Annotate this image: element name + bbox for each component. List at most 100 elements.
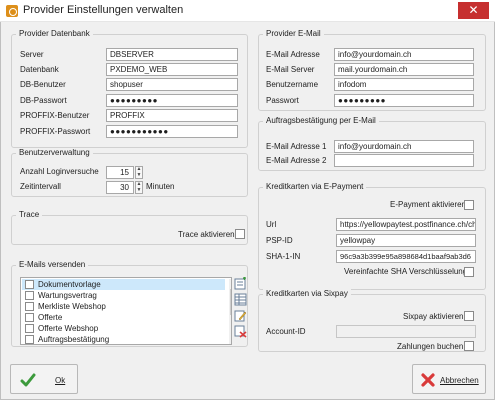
cancel-x-icon <box>421 373 435 387</box>
user-management-title: Benutzerverwaltung <box>16 148 93 157</box>
epayment-enable-label: E-Payment aktivieren <box>390 200 467 209</box>
list-item-checkbox[interactable] <box>25 302 34 311</box>
trace-label: Trace aktivieren <box>178 230 235 239</box>
window-title: Provider Einstellungen verwalten <box>23 4 184 16</box>
list-item-checkbox[interactable] <box>25 324 34 333</box>
email-server-label: E-Mail Server <box>266 65 315 74</box>
scroll-up-icon[interactable]: ▲ <box>229 279 231 287</box>
interval-input[interactable]: 30 <box>106 181 134 194</box>
email-address-1-input[interactable]: info@yourdomain.ch <box>334 140 474 153</box>
emails-title: E-Mails versenden <box>16 260 89 269</box>
list-item-checkbox[interactable] <box>25 280 34 289</box>
list-item-label: Offerte Webshop <box>38 324 99 333</box>
db-password-label: DB-Passwort <box>20 96 67 105</box>
list-item-label: Dokumentvorlage <box>38 280 101 289</box>
account-id-input[interactable] <box>336 325 476 338</box>
proffix-user-input[interactable]: PROFFIX <box>106 109 238 122</box>
provider-db-title: Provider Datenbank <box>16 29 93 38</box>
list-item[interactable]: Offerte Webshop <box>22 323 225 334</box>
provider-db-group: Provider Datenbank Server DBSERVER Daten… <box>11 29 248 148</box>
login-attempts-input[interactable]: 15 <box>106 166 134 179</box>
list-scrollbar[interactable]: ▲ ▼ <box>229 279 231 344</box>
ok-button[interactable]: Ok <box>10 364 78 394</box>
pspid-input[interactable]: yellowpay <box>336 234 476 247</box>
account-id-label: Account-ID <box>266 327 306 336</box>
provider-email-group: Provider E-Mail E-Mail Adresse info@your… <box>258 29 486 111</box>
ok-button-label: Ok <box>55 376 66 385</box>
sixpay-enable-checkbox[interactable] <box>464 311 474 321</box>
db-password-input[interactable]: ●●●●●●●●● <box>106 94 238 107</box>
db-user-label: DB-Benutzer <box>20 80 66 89</box>
database-input[interactable]: PXDEMO_WEB <box>106 63 238 76</box>
url-label: Url <box>266 220 277 229</box>
list-item-checkbox[interactable] <box>25 335 34 344</box>
cancel-button-label: Abbrechen <box>440 376 479 385</box>
spin-down-icon[interactable]: ▼ <box>136 188 142 193</box>
interval-unit: Minuten <box>146 182 175 191</box>
login-attempts-label: Anzahl Loginversuche <box>20 167 99 176</box>
proffix-password-label: PROFFIX-Passwort <box>20 127 91 136</box>
password-input[interactable]: ●●●●●●●●● <box>334 94 474 107</box>
grid-icon[interactable] <box>234 293 247 306</box>
list-item-checkbox[interactable] <box>25 291 34 300</box>
password-label: Passwort <box>266 96 299 105</box>
sha-input[interactable]: 96c9a3b399e95a898684d1baaf9ab3d6 <box>336 250 476 263</box>
epayment-group: Kreditkarten via E-Payment E-Payment akt… <box>258 182 486 290</box>
interval-spinner[interactable]: ▲ ▼ <box>135 181 143 194</box>
sha-label: SHA-1-IN <box>266 252 301 261</box>
email-address-1-label: E-Mail Adresse 1 <box>266 142 327 151</box>
proffix-user-label: PROFFIX-Benutzer <box>20 111 90 120</box>
new-item-icon[interactable] <box>234 277 247 290</box>
dialog-body: Provider Datenbank Server DBSERVER Daten… <box>0 22 495 400</box>
emails-group: E-Mails versenden Dokumentvorlage Wartun… <box>11 260 248 347</box>
epayment-enable-checkbox[interactable] <box>464 200 474 210</box>
email-address-2-label: E-Mail Adresse 2 <box>266 156 327 165</box>
list-item-label: Wartungsvertrag <box>38 291 97 300</box>
trace-checkbox[interactable] <box>235 229 245 239</box>
simple-sha-label: Vereinfachte SHA Verschlüsselung <box>344 267 468 276</box>
database-label: Datenbank <box>20 65 59 74</box>
sixpay-group: Kreditkarten via Sixpay Sixpay aktiviere… <box>258 289 486 352</box>
list-item-label: Auftragsbestätigung <box>38 335 110 344</box>
list-item-label: Offerte <box>38 313 63 322</box>
pspid-label: PSP-ID <box>266 236 293 245</box>
spin-down-icon[interactable]: ▼ <box>136 173 142 178</box>
cancel-button[interactable]: Abbrechen <box>412 364 486 394</box>
login-attempts-spinner[interactable]: ▲ ▼ <box>135 166 143 179</box>
url-input[interactable]: https://yellowpaytest.postfinance.ch/ch <box>336 218 476 231</box>
title-bar: Provider Einstellungen verwalten ✕ <box>0 0 495 22</box>
list-item-checkbox[interactable] <box>25 313 34 322</box>
epayment-title: Kreditkarten via E-Payment <box>263 182 367 191</box>
list-item[interactable]: Wartungsvertrag <box>22 290 225 301</box>
list-item[interactable]: Merkliste Webshop <box>22 301 225 312</box>
username-input[interactable]: infodom <box>334 78 474 91</box>
email-server-input[interactable]: mail.yourdomain.ch <box>334 63 474 76</box>
sixpay-enable-label: Sixpay aktivieren <box>403 312 464 321</box>
server-label: Server <box>20 50 44 59</box>
list-item[interactable]: Dokumentvorlage <box>22 279 225 290</box>
email-address-2-input[interactable] <box>334 154 474 167</box>
interval-label: Zeitintervall <box>20 182 61 191</box>
proffix-password-input[interactable]: ●●●●●●●●●●● <box>106 125 238 138</box>
email-address-input[interactable]: info@yourdomain.ch <box>334 48 474 61</box>
edit-icon[interactable] <box>234 309 247 322</box>
db-user-input[interactable]: shopuser <box>106 78 238 91</box>
app-icon <box>6 5 18 17</box>
provider-email-title: Provider E-Mail <box>263 29 324 38</box>
check-icon <box>20 373 36 387</box>
scroll-thumb[interactable] <box>230 289 231 315</box>
list-item[interactable]: Offerte <box>22 312 225 323</box>
booking-checkbox[interactable] <box>464 341 474 351</box>
username-label: Benutzername <box>266 80 319 89</box>
list-item[interactable]: Auftragsbestätigung <box>22 334 225 344</box>
trace-title: Trace <box>16 210 43 219</box>
close-button[interactable]: ✕ <box>458 2 489 19</box>
order-confirm-title: Auftragsbestätigung per E-Mail <box>263 116 379 125</box>
simple-sha-checkbox[interactable] <box>464 267 474 277</box>
server-input[interactable]: DBSERVER <box>106 48 238 61</box>
delete-icon[interactable] <box>234 325 247 338</box>
emails-list[interactable]: Dokumentvorlage Wartungsvertrag Merklist… <box>20 277 232 345</box>
order-confirm-group: Auftragsbestätigung per E-Mail E-Mail Ad… <box>258 116 486 171</box>
scroll-down-icon[interactable]: ▼ <box>229 336 231 344</box>
trace-group: Trace Trace aktivieren <box>11 210 248 245</box>
